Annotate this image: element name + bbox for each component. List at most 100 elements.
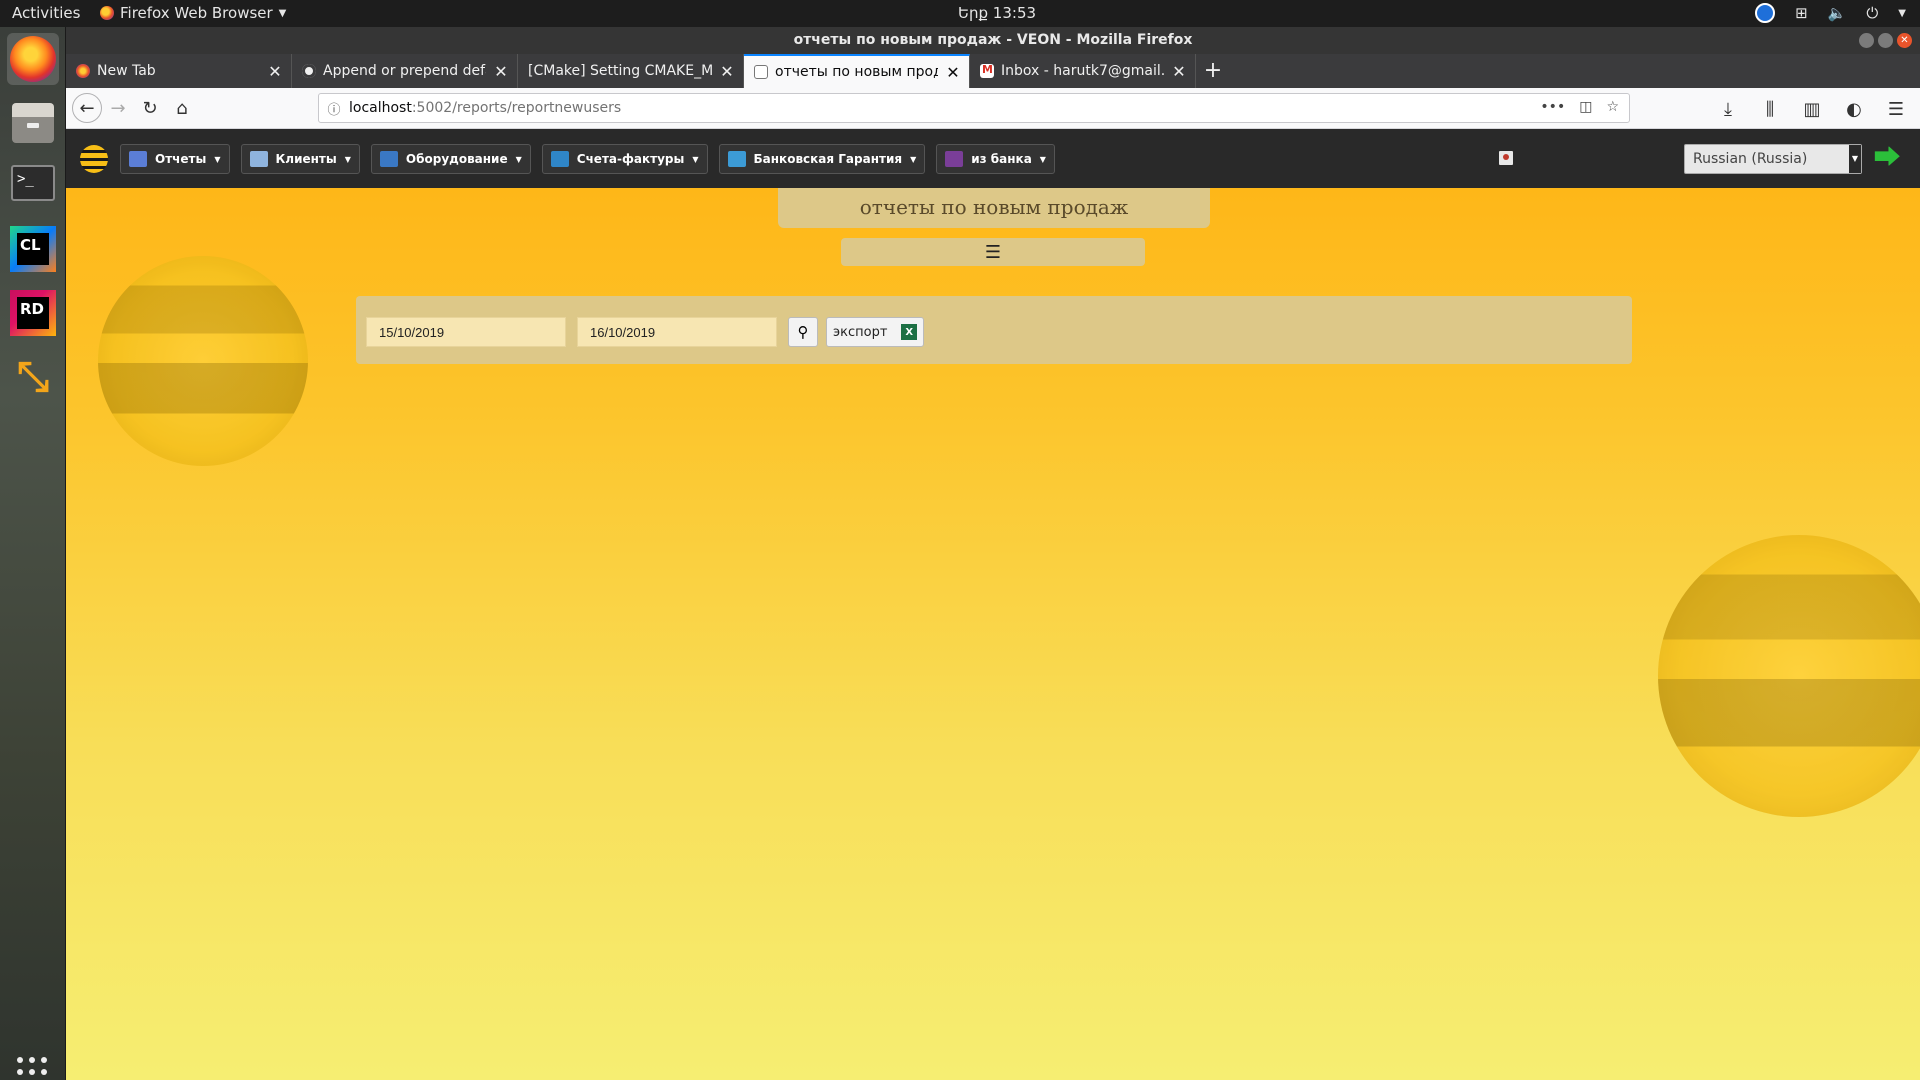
tab-new-tab[interactable]: New Tab ✕ xyxy=(66,54,292,88)
pocket-icon[interactable]: ◫ xyxy=(1579,99,1592,115)
system-tray[interactable]: ⊞ 🔈 ⏻ ▼ xyxy=(1755,3,1906,23)
date-from-input[interactable] xyxy=(366,317,566,347)
page-title: отчеты по новым продаж xyxy=(778,188,1210,228)
files-icon xyxy=(12,103,54,143)
equipment-icon xyxy=(379,151,398,167)
close-window-button[interactable]: ✕ xyxy=(1897,33,1912,48)
reload-button[interactable]: ↻ xyxy=(134,92,166,124)
firefox-icon xyxy=(10,36,56,82)
volume-icon[interactable]: 🔈 xyxy=(1828,4,1847,22)
tab-bar: New Tab ✕ Append or prepend defa ✕ [CMak… xyxy=(66,54,1920,88)
excel-icon: X xyxy=(901,324,917,340)
app-menu[interactable]: Firefox Web Browser ▼ xyxy=(100,4,286,22)
chevron-down-icon: ▼ xyxy=(1849,145,1861,173)
toolbar-right: ⤓ ⫼ ▥ ◐ ☰ xyxy=(1712,93,1912,125)
show-apps-grid-icon[interactable] xyxy=(17,1057,49,1080)
rider-icon: RD xyxy=(10,290,56,336)
url-bar[interactable]: ⓘ localhost:5002/reports/reportnewusers … xyxy=(318,93,1630,123)
filter-toggle-button[interactable]: ☰ xyxy=(841,238,1145,266)
language-select[interactable]: Russian (Russia) ▼ xyxy=(1684,144,1862,174)
close-icon[interactable]: ✕ xyxy=(719,62,735,81)
caret-down-icon: ▼ xyxy=(910,154,917,164)
clock[interactable]: Երք 13:53 xyxy=(958,4,1036,22)
tab-label: отчеты по новым продаж xyxy=(775,64,938,80)
menu-clients[interactable]: Клиенты ▼ xyxy=(240,144,360,174)
report-content: отчеты по новым продаж ☰ ⚲ экспорт X xyxy=(66,188,1920,1080)
tab-reports[interactable]: отчеты по новым продаж ✕ xyxy=(744,54,970,88)
main-menu: Отчеты ▼ Клиенты ▼ Оборудование ▼ Счета-… xyxy=(120,144,1055,174)
dock-clion[interactable]: CL xyxy=(7,223,59,275)
caret-down-icon: ▼ xyxy=(692,154,699,164)
power-icon[interactable]: ⏻ xyxy=(1866,4,1878,22)
export-button[interactable]: экспорт X xyxy=(826,317,924,347)
menu-bank-guarantee[interactable]: Банковская Гарантия ▼ xyxy=(718,144,926,174)
date-to-input[interactable] xyxy=(577,317,777,347)
extension-icon[interactable]: ◐ xyxy=(1838,93,1870,125)
dock-terminal[interactable]: >_ xyxy=(7,157,59,209)
menu-equipment[interactable]: Оборудование ▼ xyxy=(370,144,531,174)
tab-label: [CMake] Setting CMAKE_MO xyxy=(528,63,712,79)
tab-gmail[interactable]: Inbox - harutk7@gmail.c ✕ xyxy=(970,54,1196,88)
page-actions-icon[interactable]: ••• xyxy=(1540,99,1565,115)
tab-label: Inbox - harutk7@gmail.c xyxy=(1001,63,1164,79)
beeline-logo-icon[interactable] xyxy=(80,145,108,173)
language-value: Russian (Russia) xyxy=(1693,151,1808,167)
close-icon[interactable]: ✕ xyxy=(267,62,283,81)
tab-cmake[interactable]: [CMake] Setting CMAKE_MO ✕ xyxy=(518,54,744,88)
tab-label: New Tab xyxy=(97,63,156,79)
web-page: Отчеты ▼ Клиенты ▼ Оборудование ▼ Счета-… xyxy=(66,129,1920,1080)
menu-label: из банка xyxy=(971,152,1032,166)
dock-firefox[interactable] xyxy=(7,33,59,85)
system-top-bar: Activities Firefox Web Browser ▼ Երք 13:… xyxy=(0,0,1920,27)
caret-down-icon: ▼ xyxy=(515,154,522,164)
tab-github[interactable]: Append or prepend defa ✕ xyxy=(292,54,518,88)
url-host: localhost xyxy=(349,100,412,116)
logout-icon[interactable]: ⮕ xyxy=(1874,143,1904,173)
bank-icon xyxy=(945,151,964,167)
document-icon xyxy=(754,65,768,79)
hamburger-menu-icon[interactable]: ☰ xyxy=(1880,93,1912,125)
firefox-icon xyxy=(100,6,114,20)
arrows-icon: ⤡ xyxy=(17,354,49,400)
teamviewer-icon[interactable] xyxy=(1755,3,1776,23)
sidebar-icon[interactable]: ▥ xyxy=(1796,93,1828,125)
dock-files[interactable] xyxy=(7,97,59,149)
bookmark-star-icon[interactable]: ☆ xyxy=(1606,99,1619,115)
network-icon[interactable]: ⊞ xyxy=(1795,4,1808,22)
caret-down-icon: ▼ xyxy=(344,154,351,164)
minimize-button[interactable] xyxy=(1859,33,1874,48)
menu-label: Отчеты xyxy=(155,152,207,166)
menu-reports[interactable]: Отчеты ▼ xyxy=(120,144,230,174)
user-profile-icon[interactable] xyxy=(1499,151,1513,165)
export-label: экспорт xyxy=(833,324,888,340)
dock-remmina[interactable]: ⤡ xyxy=(7,351,59,403)
info-icon[interactable]: ⓘ xyxy=(319,99,349,118)
close-icon[interactable]: ✕ xyxy=(493,62,509,81)
home-button[interactable]: ⌂ xyxy=(166,92,198,124)
gmail-icon xyxy=(980,63,994,78)
forward-button[interactable]: → xyxy=(102,92,134,124)
dock-rider[interactable]: RD xyxy=(7,287,59,339)
close-icon[interactable]: ✕ xyxy=(945,63,961,82)
reports-icon xyxy=(129,151,147,167)
invoice-icon xyxy=(550,151,569,167)
menu-from-bank[interactable]: из банка ▼ xyxy=(936,144,1055,174)
new-tab-button[interactable]: + xyxy=(1196,54,1230,88)
search-icon: ⚲ xyxy=(797,323,809,341)
close-icon[interactable]: ✕ xyxy=(1171,62,1187,81)
window-titlebar: отчеты по новым продаж - VEON - Mozilla … xyxy=(66,27,1920,54)
search-button[interactable]: ⚲ xyxy=(788,317,818,347)
downloads-icon[interactable]: ⤓ xyxy=(1712,93,1744,125)
menu-invoices[interactable]: Счета-фактуры ▼ xyxy=(541,144,708,174)
library-icon[interactable]: ⫼ xyxy=(1754,93,1786,125)
menu-label: Клиенты xyxy=(275,152,337,166)
bank-guarantee-icon xyxy=(727,151,746,167)
maximize-button[interactable] xyxy=(1878,33,1893,48)
github-icon xyxy=(302,64,316,78)
caret-down-icon: ▼ xyxy=(214,154,221,164)
clients-icon xyxy=(249,151,268,167)
back-button[interactable]: ← xyxy=(72,93,102,123)
app-navbar: Отчеты ▼ Клиенты ▼ Оборудование ▼ Счета-… xyxy=(66,129,1920,188)
chevron-down-icon[interactable]: ▼ xyxy=(1898,8,1906,19)
activities-button[interactable]: Activities xyxy=(12,4,80,22)
